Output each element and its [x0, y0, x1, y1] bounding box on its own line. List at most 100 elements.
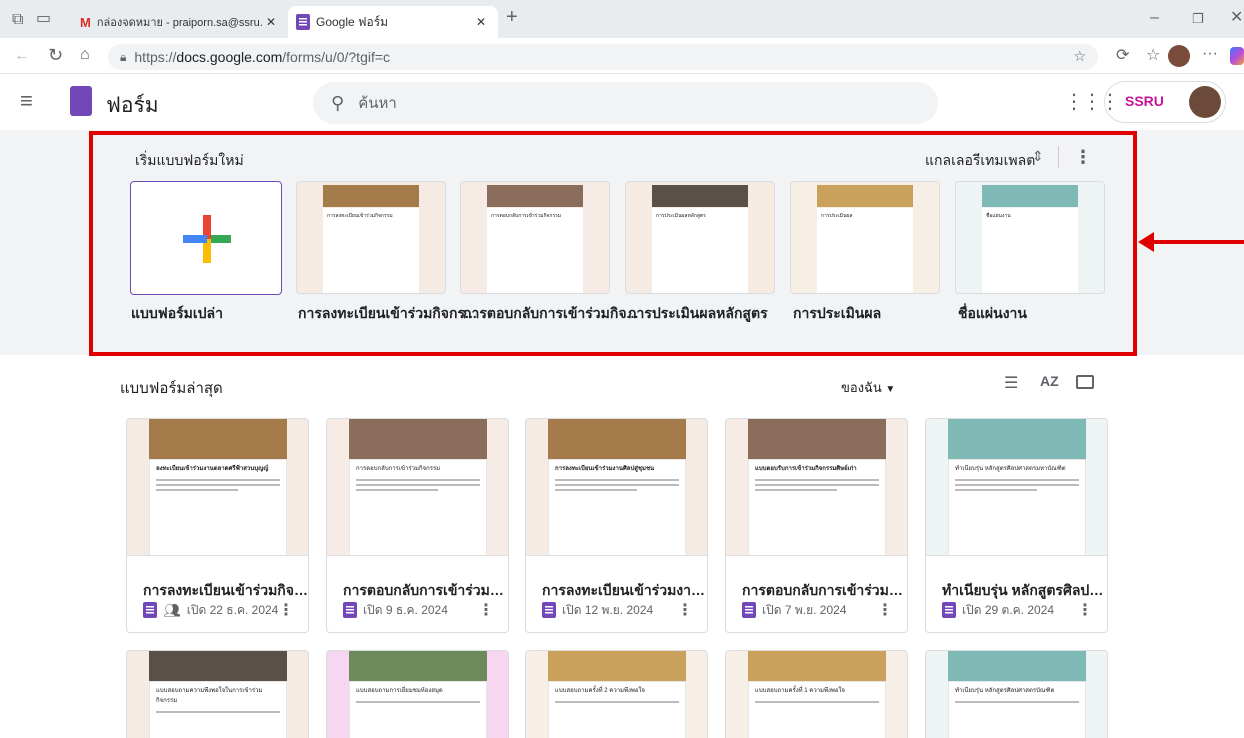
more-options-icon[interactable]: ⋮	[278, 600, 294, 620]
forms-icon	[343, 602, 357, 618]
more-options-icon[interactable]: ⋮	[478, 600, 494, 620]
forms-icon	[296, 14, 310, 30]
account-switcher[interactable]: SSRU	[1104, 81, 1226, 123]
thumb-title: แบบตอบรับการเข้าร่วมกิจกรรมศิษย์เก่า	[755, 466, 857, 472]
thumb-title: แบบสอบถามความพึงพอใจในการเข้าร่วมกิจกรรม	[156, 688, 263, 704]
more-options-icon[interactable]: ⋮	[877, 600, 893, 620]
header-image	[748, 651, 886, 681]
header-image	[948, 651, 1086, 681]
mini-form: ทำเนียบรุ่น หลักสูตรศิลปศาสตรบัณฑิต	[948, 681, 1086, 738]
header-image	[149, 419, 287, 459]
refresh-icon[interactable]: ↻	[48, 46, 63, 64]
header-image	[948, 419, 1086, 459]
thumb-title: แบบสอบถามครั้งที่ 2 ความพึงพอใจ	[555, 688, 645, 694]
list-view-icon[interactable]: ☰	[1004, 373, 1018, 393]
mini-form: การตอบกลับการเข้าร่วมกิจกรรม	[349, 459, 487, 555]
forms-header: ≡ ฟอร์ม ⚲ ค้นหา ⋮⋮⋮ SSRU	[0, 74, 1244, 130]
profile-avatar[interactable]	[1168, 45, 1190, 67]
form-thumbnail: การลงทะเบียนเข้าร่วมงานศิลปสู่ชุมชน	[526, 419, 707, 556]
new-tab-button[interactable]: +	[506, 7, 518, 27]
mini-form: แบบสอบถามความพึงพอใจในการเข้าร่วมกิจกรรม	[149, 681, 287, 738]
folder-icon[interactable]	[1076, 375, 1094, 389]
main-menu-icon[interactable]: ≡	[20, 90, 33, 112]
recent-form-card[interactable]: ทำเนียบรุ่น หลักสูตรศิลปศาสตรบัณฑิต	[925, 650, 1108, 738]
header-image	[548, 651, 686, 681]
search-icon[interactable]: ⚲	[331, 93, 344, 114]
extensions-icon[interactable]: ⟳	[1116, 48, 1129, 64]
forms-logo-icon[interactable]	[70, 86, 92, 116]
form-title: การตอบกลับการเข้าร่วมกิจกรรม	[343, 582, 508, 598]
tab-actions-icon[interactable]: ▭	[36, 11, 51, 27]
copilot-icon[interactable]	[1230, 47, 1244, 65]
recent-form-card[interactable]: การลงทะเบียนเข้าร่วมงานศิลปสู่ชุมชน การล…	[525, 418, 708, 633]
annotation-arrow-head	[1138, 232, 1154, 252]
recent-form-card[interactable]: แบบตอบรับการเข้าร่วมกิจกรรมศิษย์เก่า การ…	[725, 418, 908, 633]
form-meta: เปิด 12 พ.ย. 2024	[542, 601, 653, 619]
form-title: ทำเนียบรุ่น หลักสูตรศิลปศาสต...	[942, 582, 1107, 598]
form-title: การตอบกลับการเข้าร่วมศิษย์เ...	[742, 582, 907, 598]
form-thumbnail: ทำเนียบรุ่น หลักสูตรศิลปศาสตรมหาบัณฑิต	[926, 419, 1107, 556]
header-image	[349, 651, 487, 681]
thumb-title: การลงทะเบียนเข้าร่วมงานศิลปสู่ชุมชน	[555, 466, 655, 472]
form-thumbnail: แบบตอบรับการเข้าร่วมกิจกรรมศิษย์เก่า	[726, 419, 907, 556]
tab-google-forms[interactable]: Google ฟอร์ม ✕	[288, 6, 498, 38]
thumb-title: การตอบกลับการเข้าร่วมกิจกรรม	[356, 466, 441, 472]
thumb-title: แบบสอบถามการเยี่ยมชมห้องสมุด	[356, 688, 443, 694]
mini-form: แบบตอบรับการเข้าร่วมกิจกรรมศิษย์เก่า	[748, 459, 886, 555]
sort-az-icon[interactable]: AZ	[1040, 373, 1059, 389]
header-image	[149, 651, 287, 681]
app-title[interactable]: ฟอร์ม	[106, 89, 159, 122]
mini-form: ทำเนียบรุ่น หลักสูตรศิลปศาสตรมหาบัณฑิต	[948, 459, 1086, 555]
recent-form-card[interactable]: แบบสอบถามความพึงพอใจในการเข้าร่วมกิจกรรม	[126, 650, 309, 738]
restore-icon[interactable]: ❐	[1192, 11, 1204, 27]
thumb-title: แบบสอบถามครั้งที่ 1 ความพึงพอใจ	[755, 688, 845, 694]
close-icon[interactable]: ✕	[266, 15, 276, 29]
recent-form-card[interactable]: ทำเนียบรุ่น หลักสูตรศิลปศาสตรมหาบัณฑิต ท…	[925, 418, 1108, 633]
thumb-title: ลงทะเบียนเข้าร่วมงานตลาดศรีฟ้าสวนบุญญ์	[156, 466, 269, 472]
ssru-logo: SSRU	[1125, 93, 1164, 109]
form-meta: 👥︎ เปิด 22 ธ.ค. 2024	[143, 601, 278, 619]
favorite-star-icon[interactable]: ☆	[1073, 48, 1086, 65]
recent-form-card[interactable]: แบบสอบถามครั้งที่ 2 ความพึงพอใจ	[525, 650, 708, 738]
recent-form-card[interactable]: แบบสอบถามการเยี่ยมชมห้องสมุด	[326, 650, 509, 738]
header-image	[748, 419, 886, 459]
recent-form-card[interactable]: การตอบกลับการเข้าร่วมกิจกรรม การตอบกลับก…	[326, 418, 509, 633]
form-title: การลงทะเบียนเข้าร่วมงานศินสู่...	[542, 582, 707, 598]
annotation-arrow-line	[1145, 240, 1244, 244]
mini-form: แบบสอบถามครั้งที่ 1 ความพึงพอใจ	[748, 681, 886, 738]
back-icon[interactable]: ←	[14, 48, 30, 64]
favorites-icon[interactable]: ☆	[1146, 48, 1160, 64]
tab-gmail[interactable]: M กล่องจดหมาย - praiporn.sa@ssru.a ✕	[72, 6, 284, 38]
avatar	[1189, 86, 1221, 118]
recent-form-card[interactable]: แบบสอบถามครั้งที่ 1 ความพึงพอใจ	[725, 650, 908, 738]
minimize-icon[interactable]: –	[1150, 10, 1159, 26]
more-icon[interactable]: ···	[1202, 46, 1218, 62]
header-image	[349, 419, 487, 459]
form-thumbnail: การตอบกลับการเข้าร่วมกิจกรรม	[327, 419, 508, 556]
form-meta: เปิด 29 ต.ค. 2024	[942, 601, 1054, 619]
mini-form: แบบสอบถามการเยี่ยมชมห้องสมุด	[349, 681, 487, 738]
workspaces-icon[interactable]: ⧉	[12, 12, 23, 28]
recent-form-card[interactable]: ลงทะเบียนเข้าร่วมงานตลาดศรีฟ้าสวนบุญญ์ ก…	[126, 418, 309, 633]
search-input[interactable]: ค้นหา	[358, 91, 397, 115]
home-icon[interactable]: ⌂	[80, 47, 90, 63]
mini-form: ลงทะเบียนเข้าร่วมงานตลาดศรีฟ้าสวนบุญญ์	[149, 459, 287, 555]
forms-icon	[143, 602, 157, 618]
shared-people-icon: 👥︎	[163, 601, 181, 618]
mini-form: การลงทะเบียนเข้าร่วมงานศิลปสู่ชุมชน	[548, 459, 686, 555]
browser-tab-bar: ⧉ ▭ M กล่องจดหมาย - praiporn.sa@ssru.a ✕…	[0, 0, 1244, 38]
form-meta: เปิด 9 ธ.ค. 2024	[343, 601, 448, 619]
close-icon[interactable]: ✕	[476, 15, 486, 29]
highlight-box	[89, 131, 1137, 356]
more-options-icon[interactable]: ⋮	[1077, 600, 1093, 620]
more-options-icon[interactable]: ⋮	[677, 600, 693, 620]
header-image	[548, 419, 686, 459]
thumb-title: ทำเนียบรุ่น หลักสูตรศิลปศาสตรบัณฑิต	[955, 688, 1055, 694]
search-bar[interactable]: ⚲ ค้นหา	[313, 82, 938, 124]
window-close-icon[interactable]: ✕	[1230, 10, 1243, 26]
forms-icon	[742, 602, 756, 618]
url-bar[interactable]: 🔒︎ https://docs.google.com/forms/u/0/?tg…	[108, 44, 1098, 70]
gmail-icon: M	[80, 14, 91, 30]
site-info-icon[interactable]: 🔒︎	[120, 50, 126, 65]
owner-filter-dropdown[interactable]: ของฉัน ▼	[841, 377, 895, 398]
